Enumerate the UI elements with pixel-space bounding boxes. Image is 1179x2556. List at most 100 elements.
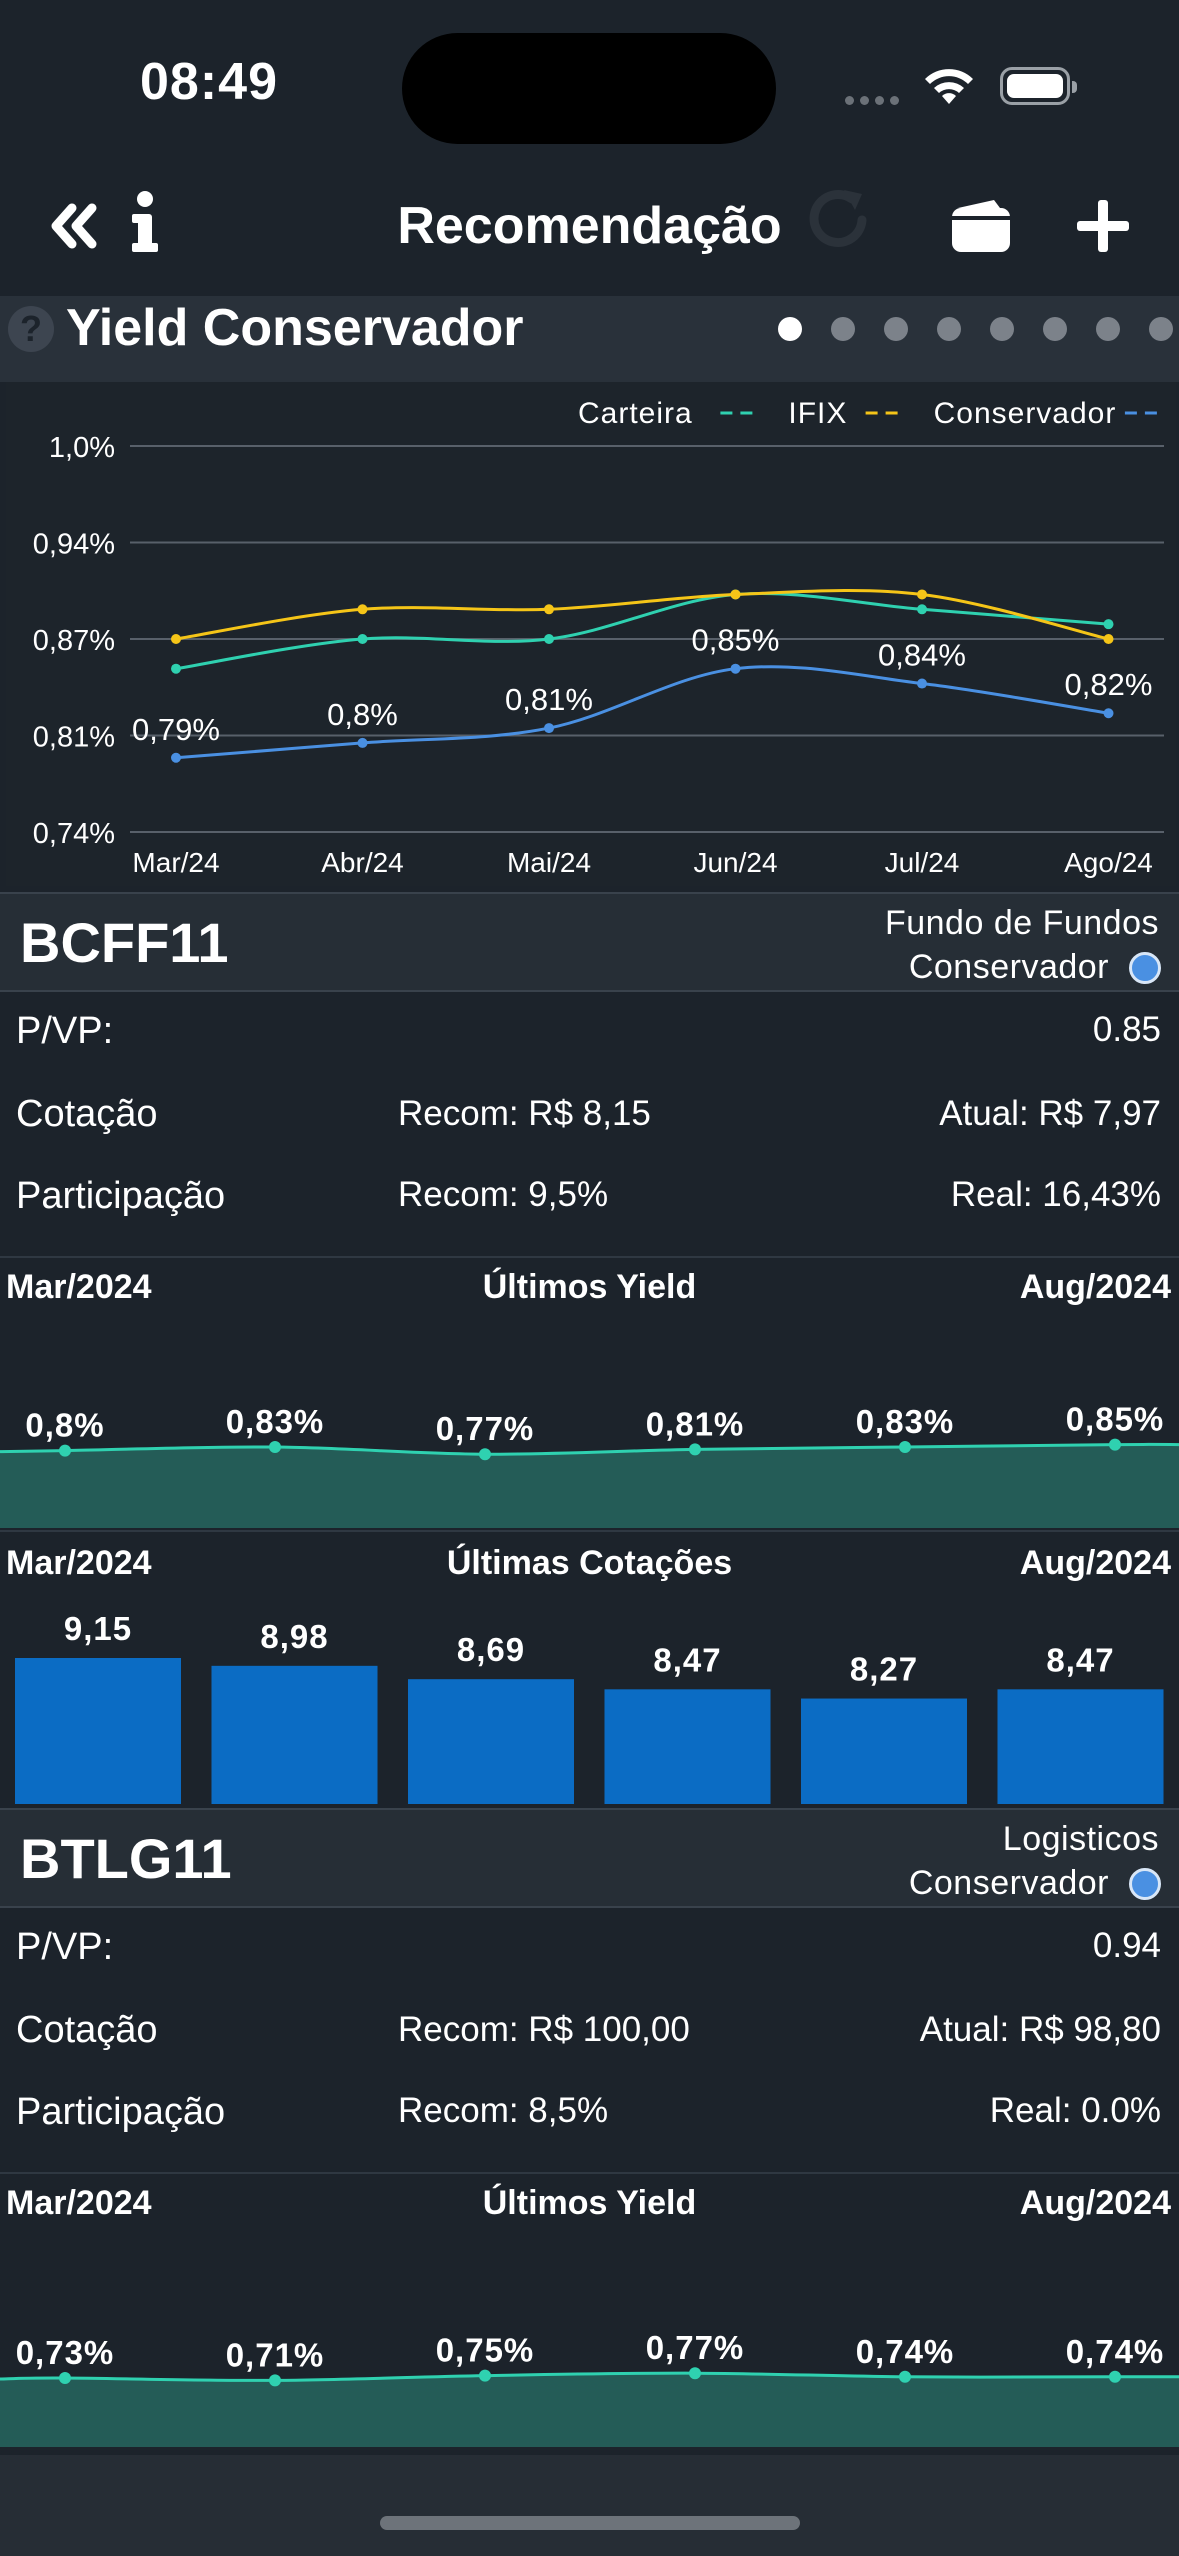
page-dot[interactable] <box>990 317 1014 341</box>
home-indicator[interactable] <box>380 2516 800 2530</box>
data-label: 0,8% <box>327 697 398 732</box>
legend-label: Conservador <box>934 397 1117 430</box>
data-point <box>730 663 741 674</box>
divider <box>0 1530 1179 1532</box>
data-label: 0,84% <box>878 638 966 673</box>
data-point <box>171 634 181 644</box>
data-point <box>917 678 927 689</box>
y-tick-label: 0,87% <box>33 625 115 657</box>
data-label: 0,79% <box>132 712 220 747</box>
yield-label: 0,83% <box>856 1403 955 1440</box>
price-bar <box>801 1698 967 1804</box>
yield-label: 0,74% <box>856 2333 955 2370</box>
data-point <box>357 604 368 615</box>
x-tick-label: Jun/24 <box>693 847 777 878</box>
x-tick-label: Mai/24 <box>507 847 591 878</box>
yield-line-chart: 1,0% 0,94% 0,87% 0,81% 0,74% Mar/24 Abr/24 Mai/… <box>6 382 1176 886</box>
data-point <box>1103 619 1114 630</box>
pvp-label: P/VP: <box>16 1926 114 1968</box>
cotacao-label: Cotação <box>16 1093 158 1135</box>
page-dot[interactable] <box>778 317 802 341</box>
price-label: 8,98 <box>260 1618 328 1655</box>
price-chart-title: Últimas Cotações <box>446 1544 733 1582</box>
data-point <box>544 723 554 734</box>
help-icon[interactable]: ? <box>8 306 54 352</box>
fund-type: Fundo de Fundos <box>884 904 1159 942</box>
profile-dot-icon <box>1129 1868 1161 1900</box>
price-label: 9,15 <box>64 1610 132 1647</box>
yield-point <box>269 2374 281 2387</box>
participacao-label: Participação <box>16 1175 226 1217</box>
chart-background <box>6 382 1176 886</box>
y-tick-label: 0,81% <box>33 722 115 754</box>
yield-chart-title: Últimos Yield <box>482 2184 697 2222</box>
cotacao-recom: Recom: R$ 100,00 <box>398 2010 690 2049</box>
price-chart-end: Aug/2024 <box>1019 1544 1171 1582</box>
yield-label: 0,85% <box>1066 1401 1165 1438</box>
profile-dot-icon <box>1129 952 1161 984</box>
data-point <box>1103 634 1114 644</box>
data-label: 0,81% <box>505 682 593 717</box>
x-tick-label: Abr/24 <box>321 847 404 878</box>
yield-area <box>0 2373 1179 2447</box>
bottom-bar <box>0 2455 1179 2556</box>
data-point <box>357 634 368 644</box>
battery-icon <box>1000 67 1077 105</box>
yield-chart-title: Últimos Yield <box>482 1268 697 1306</box>
yield-label: 0,75% <box>436 2332 535 2369</box>
data-point <box>730 589 741 600</box>
price-bar <box>408 1679 574 1804</box>
price-label: 8,69 <box>457 1631 525 1668</box>
price-bar-chart: 9,15 8,98 8,69 8,47 8,27 8,47 <box>15 1610 1164 1804</box>
yield-chart-end: Aug/2024 <box>1019 2184 1171 2222</box>
yield-label: 0,74% <box>1066 2333 1165 2370</box>
page-dot[interactable] <box>937 317 961 341</box>
cotacao-label: Cotação <box>16 2009 158 2051</box>
data-point <box>917 604 927 615</box>
yield-point <box>899 1441 911 1453</box>
page-dot[interactable] <box>884 317 908 341</box>
dynamic-island <box>402 33 776 144</box>
yield-point <box>59 2372 71 2384</box>
page-dot[interactable] <box>831 317 855 341</box>
legend-label: IFIX <box>788 397 847 430</box>
signal-dots-icon <box>845 92 905 105</box>
yield-point <box>479 2369 491 2382</box>
cotacao-atual: Atual: R$ 7,97 <box>939 1094 1161 1133</box>
data-point <box>171 752 181 763</box>
fund-ticker: BTLG11 <box>20 1827 232 1890</box>
fund-type: Logisticos <box>1002 1820 1159 1858</box>
yield-label: 0,73% <box>16 2334 115 2371</box>
yield-point <box>899 2370 911 2383</box>
data-label: 0,85% <box>692 623 780 658</box>
yield-label: 0,77% <box>436 1410 535 1447</box>
yield-point <box>59 1444 71 1457</box>
pvp-value: 0.85 <box>1092 1010 1161 1049</box>
price-bar <box>211 1665 378 1804</box>
x-tick-label: Ago/24 <box>1064 847 1153 878</box>
status-time: 08:49 <box>140 53 278 111</box>
yield-area-chart: 0,8% 0,83% 0,77% 0,81% 0,83% 0,85% <box>0 1401 1179 1528</box>
price-bar <box>997 1689 1164 1804</box>
pvp-label: P/VP: <box>16 1010 114 1052</box>
data-point <box>357 737 368 748</box>
x-tick-label: Jul/24 <box>885 847 960 878</box>
yield-chart-end: Aug/2024 <box>1019 1268 1171 1306</box>
yield-point <box>689 1443 701 1456</box>
page-dot[interactable] <box>1149 317 1173 341</box>
page-dot[interactable] <box>1096 317 1120 341</box>
fund-ticker: BCFF11 <box>20 911 229 974</box>
yield-point <box>269 1441 281 1453</box>
participacao-real: Real: 16,43% <box>950 1175 1161 1214</box>
page-dot[interactable] <box>1043 317 1067 341</box>
price-bar <box>15 1658 181 1804</box>
yield-area <box>0 1444 1179 1528</box>
wifi-icon <box>925 69 973 104</box>
data-point <box>917 589 927 600</box>
cotacao-recom: Recom: R$ 8,15 <box>398 1094 651 1133</box>
cotacao-atual: Atual: R$ 98,80 <box>919 2010 1161 2049</box>
price-bar <box>604 1689 771 1804</box>
yield-point <box>479 1448 491 1461</box>
x-tick-label: Mar/24 <box>132 847 219 878</box>
section-title: Yield Conservador <box>66 299 524 357</box>
